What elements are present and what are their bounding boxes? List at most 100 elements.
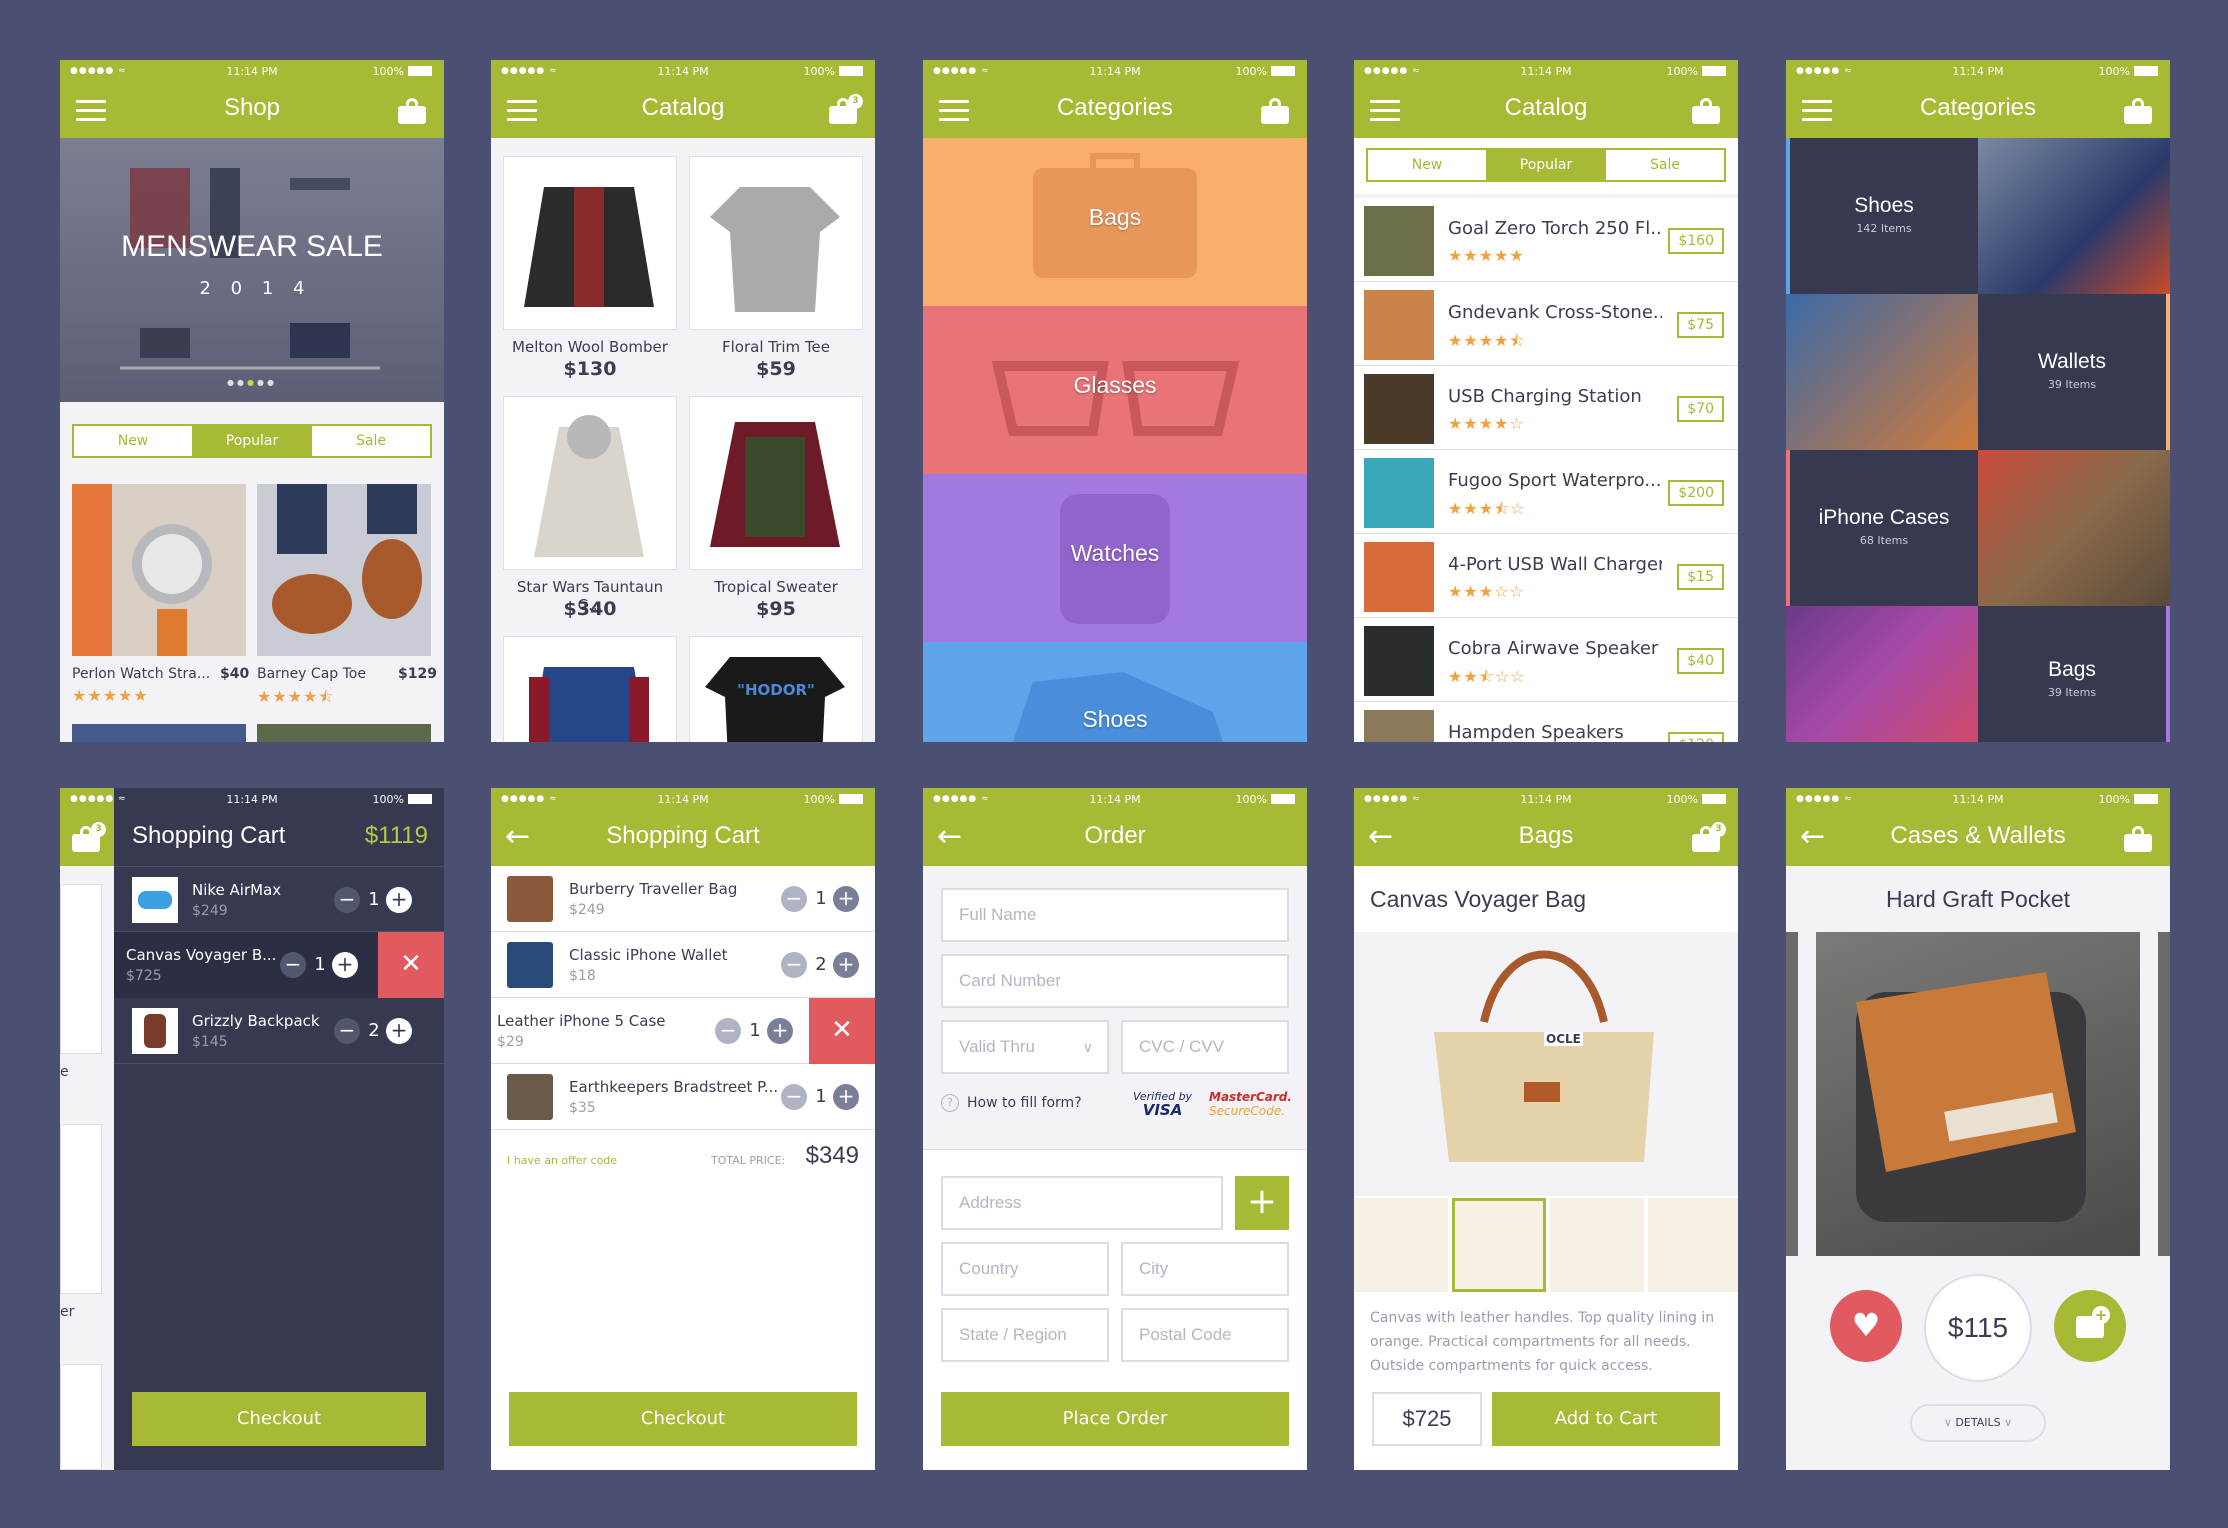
cart-icon[interactable]: 3 — [829, 94, 863, 124]
product-card[interactable] — [503, 636, 677, 742]
list-item[interactable]: Gndevank Cross-Stone... ★★★★⯪ $75 — [1354, 282, 1738, 366]
cart-item[interactable]: Canvas Voyager B... $725 − 1 + ✕ — [114, 932, 444, 998]
prev-image-peek[interactable] — [1786, 932, 1798, 1256]
product-card[interactable] — [689, 156, 863, 330]
category-glasses[interactable]: Glasses — [923, 306, 1307, 474]
category-watches[interactable]: Watches — [923, 474, 1307, 642]
next-image-peek[interactable] — [2158, 932, 2170, 1256]
item-price: $145 — [192, 1034, 228, 1050]
product-card[interactable]: "HODOR" — [689, 636, 863, 742]
place-order-button[interactable]: Place Order — [941, 1392, 1289, 1446]
product-card[interactable] — [257, 484, 431, 656]
filter-tabs[interactable]: New Popular Sale — [1366, 148, 1726, 182]
valid-thru-select[interactable]: Valid Thru ∨ — [941, 1020, 1109, 1074]
tab-popular[interactable]: Popular — [1487, 150, 1606, 180]
checkout-button[interactable]: Checkout — [509, 1392, 857, 1446]
decrease-button[interactable]: − — [781, 952, 807, 978]
sale-banner[interactable]: MENSWEAR SALE 2 0 1 4 ●●●●● — [60, 138, 444, 402]
product-card[interactable] — [503, 156, 677, 330]
carousel-dots[interactable]: ●●●●● — [60, 378, 444, 387]
list-item[interactable]: Goal Zero Torch 250 Fl... ★★★★★ $160 — [1354, 198, 1738, 282]
increase-button[interactable]: + — [386, 1018, 412, 1044]
thumbnail-1[interactable] — [1354, 1198, 1448, 1292]
cart-total: $1119 — [364, 822, 428, 849]
address-input[interactable]: Address — [941, 1176, 1223, 1230]
cart-item[interactable]: Classic iPhone Wallet $18 −2 + — [491, 932, 875, 998]
increase-button[interactable]: + — [767, 1018, 793, 1044]
add-to-cart-button[interactable]: Add to Cart — [1492, 1392, 1720, 1446]
list-item[interactable]: 4-Port USB Wall Charger ★★★☆☆ $15 — [1354, 534, 1738, 618]
cart-item[interactable]: Nike AirMax $249 − 1 + — [114, 866, 444, 932]
price-tag: $200 — [1668, 480, 1724, 506]
product-image[interactable] — [1816, 932, 2140, 1256]
country-input[interactable]: Country — [941, 1242, 1109, 1296]
list-item[interactable]: USB Charging Station ★★★★☆ $70 — [1354, 366, 1738, 450]
list-item[interactable]: Hampden Speakers $120 — [1354, 702, 1738, 742]
state-input[interactable]: State / Region — [941, 1308, 1109, 1362]
tab-sale[interactable]: Sale — [1606, 150, 1724, 180]
cart-item[interactable]: Burberry Traveller Bag $249 −1 + — [491, 866, 875, 932]
decrease-button[interactable]: − — [781, 1084, 807, 1110]
filter-tabs[interactable]: New Popular Sale — [72, 424, 432, 458]
product-card[interactable] — [72, 724, 246, 742]
category-shoes[interactable]: Shoes — [923, 642, 1307, 742]
favorite-button[interactable]: ♥ — [1830, 1290, 1902, 1362]
offer-code-link[interactable]: I have an offer code — [507, 1154, 617, 1167]
thumbnail-2-selected[interactable] — [1452, 1198, 1546, 1292]
list-item[interactable]: Fugoo Sport Waterpro... ★★★⯪☆ $200 — [1354, 450, 1738, 534]
category-tile-wallets[interactable]: Wallets 39 Items — [1978, 294, 2170, 450]
increase-button[interactable]: + — [386, 887, 412, 913]
increase-button[interactable]: + — [833, 1084, 859, 1110]
product-card[interactable] — [503, 396, 677, 570]
tab-popular[interactable]: Popular — [193, 426, 312, 456]
increase-button[interactable]: + — [833, 886, 859, 912]
add-address-button[interactable]: + — [1235, 1176, 1289, 1230]
cart-item[interactable]: Leather iPhone 5 Case $29 −1 + ✕ — [491, 998, 875, 1064]
decrease-button[interactable]: − — [334, 887, 360, 913]
checkout-button[interactable]: Checkout — [132, 1392, 426, 1446]
cart-icon[interactable]: 3 — [1692, 822, 1726, 852]
add-to-cart-button[interactable]: + — [2054, 1290, 2126, 1362]
decrease-button[interactable]: − — [715, 1018, 741, 1044]
full-name-input[interactable]: Full Name — [941, 888, 1289, 942]
increase-button[interactable]: + — [332, 952, 358, 978]
details-button[interactable]: ∨ DETAILS ∨ — [1910, 1404, 2046, 1442]
increase-button[interactable]: + — [833, 952, 859, 978]
decrease-button[interactable]: − — [781, 886, 807, 912]
cart-icon[interactable] — [1261, 96, 1291, 124]
card-number-input[interactable]: Card Number — [941, 954, 1289, 1008]
tab-new[interactable]: New — [1368, 150, 1487, 180]
cart-icon[interactable] — [1692, 96, 1722, 124]
postal-code-input[interactable]: Postal Code — [1121, 1308, 1289, 1362]
tab-new[interactable]: New — [74, 426, 193, 456]
cart-icon[interactable] — [2124, 96, 2154, 124]
decrease-button[interactable]: − — [334, 1018, 360, 1044]
cart-icon[interactable] — [2124, 824, 2154, 852]
delete-button[interactable]: ✕ — [378, 932, 444, 998]
category-tile-shoes[interactable]: Shoes 142 Items — [1786, 138, 1978, 294]
cvc-input[interactable]: CVC / CVV — [1121, 1020, 1289, 1074]
help-link[interactable]: How to fill form? — [967, 1095, 1082, 1111]
category-tile-bags[interactable]: Bags 39 Items — [1978, 606, 2170, 742]
product-card[interactable] — [257, 724, 431, 742]
product-card[interactable] — [689, 396, 863, 570]
decrease-button[interactable]: − — [280, 952, 306, 978]
category-tile-iphone-cases[interactable]: iPhone Cases 68 Items — [1786, 450, 1978, 606]
help-icon[interactable]: ? — [941, 1094, 959, 1112]
product-rating: ★★★★☆ — [1448, 414, 1525, 433]
category-bags[interactable]: Bags — [923, 138, 1307, 306]
city-input[interactable]: City — [1121, 1242, 1289, 1296]
banner-year: 2 0 1 4 — [199, 278, 305, 299]
thumbnail-3[interactable] — [1550, 1198, 1644, 1292]
cart-icon[interactable]: 3 — [72, 822, 106, 852]
cart-item[interactable]: Earthkeepers Bradstreet P... $35 −1 + — [491, 1064, 875, 1130]
cart-badge: 3 — [1711, 822, 1726, 837]
product-card[interactable] — [72, 484, 246, 656]
list-item[interactable]: Cobra Airwave Speaker ★★⯪☆☆ $40 — [1354, 618, 1738, 702]
cart-item[interactable]: Grizzly Backpack $145 − 2 + — [114, 998, 444, 1064]
item-price: $249 — [569, 902, 605, 918]
thumbnail-4[interactable] — [1648, 1198, 1738, 1292]
delete-button[interactable]: ✕ — [809, 998, 875, 1064]
cart-icon[interactable] — [398, 96, 428, 124]
tab-sale[interactable]: Sale — [312, 426, 430, 456]
